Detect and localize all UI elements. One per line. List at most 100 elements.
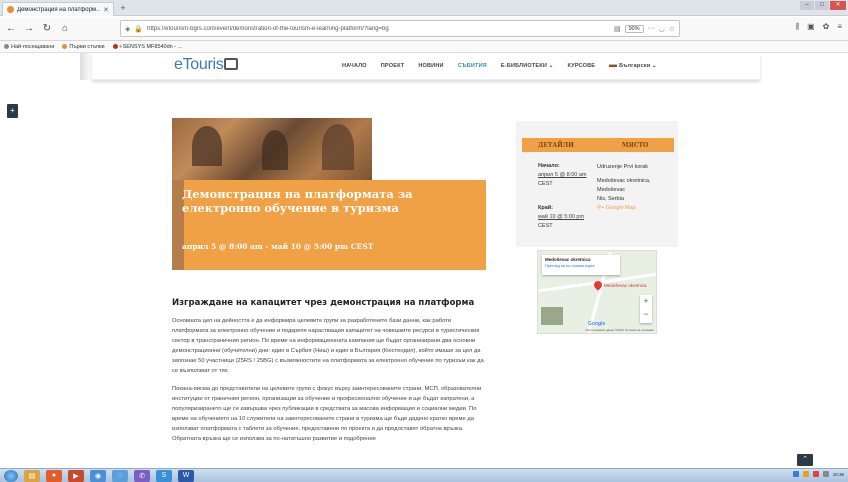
antivirus-icon[interactable] (812, 471, 819, 477)
reload-icon[interactable]: ↻ (40, 22, 54, 36)
bulgaria-flag-icon (609, 63, 618, 67)
lock-icon: 🔒 (134, 25, 144, 33)
bookmark-item[interactable]: Най-посещавани (4, 44, 54, 50)
firefox-icon (62, 44, 68, 49)
url-text[interactable]: https://etourism-bgrs.com/event/demonstr… (147, 26, 610, 32)
new-tab-button[interactable]: + (118, 3, 128, 13)
zoom-in-button[interactable]: + (640, 295, 652, 308)
event-title: Демонстрация на платформата за електронн… (182, 187, 413, 215)
address-bar[interactable]: ◈ 🔒 https://etourism-bgrs.com/event/demo… (120, 20, 680, 37)
photo-figure (322, 124, 354, 170)
bookmark-star-icon[interactable]: ☆ (669, 25, 675, 33)
bookmark-item[interactable]: i-SENSYS MF8540dn - ... (112, 44, 182, 50)
close-window-button[interactable]: ✕ (830, 1, 846, 10)
content-paragraph: Основната цел на дейността е да информир… (172, 318, 484, 374)
event-date-range: април 5 @ 8:00 am - май 10 @ 5:00 pm CES… (182, 242, 374, 251)
scroll-to-top-button[interactable]: ⌃ (797, 454, 813, 466)
google-logo: Google (588, 321, 606, 327)
start-timezone: CEST (538, 181, 553, 187)
clock[interactable]: 10:36 (833, 472, 844, 477)
google-map-link[interactable]: ⚲+ Google Map (597, 205, 636, 211)
maximize-button[interactable]: □ (815, 1, 829, 10)
venue-name: Udruzenje Prvi korak (597, 164, 649, 170)
menu-icon[interactable]: ≡ (837, 22, 842, 32)
forward-icon[interactable]: → (22, 22, 36, 36)
side-panel-toggle[interactable]: + (7, 104, 18, 118)
menu-item-events[interactable]: СЪБИТИЯ (458, 63, 487, 69)
map-info-box: Medoševac okretnica Преглед на по-голяма… (542, 255, 620, 275)
notification-icon[interactable] (802, 471, 809, 477)
language-switcher[interactable]: Български ⌄ (609, 63, 657, 69)
content-paragraph: Покана-писма до представители на целевит… (172, 386, 482, 442)
end-timezone: CEST (538, 223, 553, 229)
venue-city: Nis, Serbia (597, 196, 624, 202)
explorer-icon[interactable]: ▤ (24, 469, 40, 482)
header-shadow (80, 53, 92, 80)
library-icon[interactable]: ⫼ (795, 22, 799, 32)
details-heading: ДЕТАЙЛИ (538, 141, 574, 149)
word-icon[interactable]: W (178, 469, 194, 482)
tab-close-icon[interactable]: ✕ (103, 6, 109, 14)
event-hero: Демонстрация на платформата за електронн… (172, 118, 486, 270)
embedded-map[interactable]: Medoševac okretnica Преглед на по-голяма… (537, 250, 657, 334)
main-menu: НАЧАЛО ПРОЕКТ НОВИНИ СЪБИТИЯ Е-БИБЛИОТЕК… (342, 63, 657, 69)
home-icon[interactable]: ⌂ (58, 22, 72, 36)
back-icon[interactable]: ← (4, 22, 18, 36)
menu-item-home[interactable]: НАЧАЛО (342, 63, 367, 69)
media-player-icon[interactable]: ▶ (68, 469, 84, 482)
start-label: Начало: (538, 163, 560, 169)
tab-title: Демонстрация на платформ… (17, 6, 101, 13)
extension-icon[interactable]: ✿ (823, 22, 830, 32)
browser-toolbar: ← → ↻ ⌂ ◈ 🔒 https://etourism-bgrs.com/ev… (0, 17, 848, 41)
map-zoom-control: + − (640, 295, 652, 323)
bookmark-item[interactable]: Първи стъпки (62, 44, 105, 50)
content-heading: Изграждане на капацитет чрез демонстраци… (172, 298, 475, 308)
site-logo[interactable]: eTouris (174, 56, 239, 74)
firefox-taskbar-icon[interactable]: ● (46, 469, 62, 482)
venue-address-2: Medoševac (597, 187, 626, 193)
windows-taskbar: ▤ ● ▶ ◉ ◌ ✆ S W 10:36 (0, 468, 848, 482)
map-place-name: Medoševac okretnica (545, 257, 591, 262)
event-content: Изграждане на капацитет чрез демонстраци… (172, 298, 488, 452)
pocket-icon[interactable]: ◡ (659, 25, 665, 33)
menu-item-project[interactable]: ПРОЕКТ (381, 63, 405, 69)
sidebar-icon[interactable]: ▣ (807, 22, 815, 32)
start-date-link[interactable]: април 5 @ 8:00 am (538, 172, 586, 178)
app-icon[interactable]: ◌ (112, 469, 128, 482)
reader-mode-icon[interactable]: ▤ (614, 25, 621, 33)
start-button[interactable] (4, 469, 18, 482)
map-terrain (541, 307, 563, 325)
printer-icon (112, 44, 118, 49)
site-header: eTouris НАЧАЛО ПРОЕКТ НОВИНИ СЪБИТИЯ Е-Б… (92, 53, 760, 80)
menu-item-elibraries[interactable]: Е-БИБЛИОТЕКИ ⌄ (501, 63, 554, 69)
venue-address: Medoševac okretnica, (597, 178, 651, 184)
end-block: Край: май 10 @ 5:00 pm CEST (538, 204, 598, 231)
venue-heading: МЯСТО (621, 141, 649, 149)
network-icon[interactable] (792, 471, 799, 477)
end-label: Край: (538, 205, 553, 211)
map-copyright[interactable]: Картографски данни ©2021 Условия за полз… (586, 328, 654, 332)
shield-icon: ◈ (125, 25, 131, 33)
end-date-link[interactable]: май 10 @ 5:00 pm (538, 214, 584, 220)
bookmarks-bar: Най-посещавани Първи стъпки i-SENSYS MF8… (0, 41, 848, 53)
viber-icon[interactable]: ✆ (134, 469, 150, 482)
window-controls: – □ ✕ (800, 1, 846, 10)
event-photo (172, 118, 372, 180)
menu-item-courses[interactable]: КУРСОВЕ (568, 63, 596, 69)
zoom-level[interactable]: 90% (624, 24, 644, 33)
gear-icon (4, 44, 9, 49)
larger-map-link[interactable]: Преглед на по-голяма карта (545, 264, 617, 268)
browser-tab[interactable]: Демонстрация на платформ… ✕ (2, 2, 114, 16)
photo-figure (262, 130, 288, 170)
chrome-icon[interactable]: ◉ (90, 469, 106, 482)
site-favicon-icon (7, 6, 14, 13)
menu-item-news[interactable]: НОВИНИ (418, 63, 443, 69)
zoom-out-button[interactable]: − (640, 308, 652, 321)
system-tray: 10:36 (792, 471, 844, 477)
volume-icon[interactable] (822, 471, 829, 477)
minimize-button[interactable]: – (800, 1, 814, 10)
page-actions-icon[interactable]: ··· (648, 25, 655, 32)
skype-icon[interactable]: S (156, 469, 172, 482)
details-header: ДЕТАЙЛИ МЯСТО (522, 138, 674, 152)
laptop-icon (224, 58, 239, 70)
